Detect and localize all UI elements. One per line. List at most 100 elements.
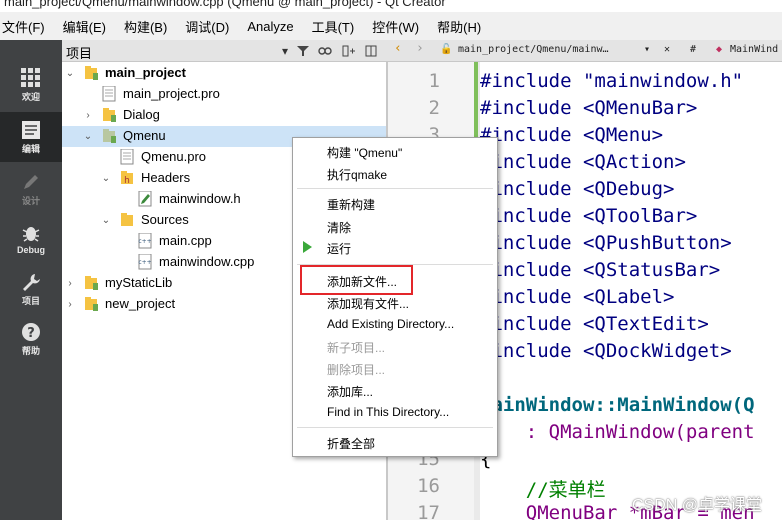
mode-sidebar: 欢迎 编辑 设计 Debug 项目 ? 帮助 — [0, 40, 62, 520]
mode-label: 编辑 — [21, 143, 40, 154]
line-number: 2 — [428, 97, 440, 119]
menu-item-add-library[interactable]: 添加库... — [327, 383, 373, 400]
tree-item-label: new_project — [105, 296, 176, 311]
line-number: 1 — [428, 70, 440, 92]
menu-item-run[interactable]: 运行 — [327, 240, 351, 257]
code-line: #include "mainwindow.h" — [480, 70, 744, 92]
code-line: //菜单栏 — [480, 479, 606, 501]
mode-projects[interactable]: 项目 — [0, 264, 62, 314]
link-icon[interactable] — [316, 42, 334, 60]
symbol-icon: ◆ — [716, 44, 723, 55]
code-line: : QMainWindow(parent — [480, 421, 755, 443]
line-number: 17 — [417, 502, 440, 520]
chevron-down-icon[interactable]: ⌄ — [101, 215, 111, 226]
tree-item-label: Sources — [141, 212, 189, 227]
menu-tools[interactable]: 工具(T) — [312, 17, 363, 36]
code-line: #include <QTextEdit> — [480, 313, 709, 335]
mode-design[interactable]: 设计 — [0, 164, 62, 214]
chevron-down-icon[interactable]: ⌄ — [65, 68, 75, 79]
symbol-selector[interactable]: MainWind — [730, 44, 778, 55]
chevron-down-icon[interactable]: ⌄ — [83, 131, 93, 142]
file-selector-arrow-icon[interactable]: ▾ — [644, 44, 650, 55]
menu-help[interactable]: 帮助(H) — [437, 17, 489, 36]
tree-item-dialog[interactable]: › Dialog — [62, 105, 386, 126]
file-selector[interactable]: main_project/Qmenu/mainw… — [458, 44, 638, 55]
hash-label: # — [690, 44, 697, 55]
chevron-updown-icon[interactable]: ▾ — [276, 42, 294, 60]
window-titlebar: main_project/Qmenu/mainwindow.cpp (Qmenu… — [0, 0, 782, 12]
menu-item-new-subproject[interactable]: 新子项目... — [327, 339, 385, 356]
tree-item-main-project[interactable]: ⌄ main_project — [62, 63, 386, 84]
mode-label: Debug — [17, 245, 45, 255]
mode-label: 帮助 — [21, 345, 40, 356]
tree-item-label: main.cpp — [159, 233, 212, 248]
folder-icon — [85, 276, 98, 290]
forward-arrow-icon[interactable]: › — [416, 41, 424, 56]
mode-welcome[interactable]: 欢迎 — [0, 60, 62, 110]
menu-edit[interactable]: 编辑(E) — [63, 17, 114, 36]
lock-icon: 🔓 — [440, 44, 453, 55]
tree-item-label: Qmenu — [123, 128, 166, 143]
svg-text:?: ? — [27, 326, 35, 341]
menu-file[interactable]: 文件(F) — [2, 17, 53, 36]
wrench-icon — [23, 273, 40, 291]
folder-icon — [103, 129, 116, 143]
line-number: 16 — [417, 475, 440, 497]
menu-item-add-new-file[interactable]: 添加新文件... — [327, 273, 397, 290]
pro-file-icon — [120, 149, 134, 165]
split-icon[interactable] — [340, 42, 358, 60]
tree-item-label: myStaticLib — [105, 275, 173, 290]
help-icon: ? — [22, 322, 40, 341]
chevron-down-icon[interactable]: ⌄ — [101, 173, 111, 184]
menu-item-clean[interactable]: 清除 — [327, 219, 351, 236]
cpp-file-icon: c++ — [138, 254, 152, 270]
cpp-file-icon: c++ — [138, 233, 152, 249]
mode-debug[interactable]: Debug — [0, 214, 62, 264]
bug-icon — [22, 227, 40, 242]
menu-item-add-existing-directory[interactable]: Add Existing Directory... — [327, 317, 454, 331]
grid-icon — [21, 67, 40, 87]
menu-controls[interactable]: 控件(W) — [372, 17, 427, 36]
menu-item-find-in-directory[interactable]: Find in This Directory... — [327, 405, 449, 419]
mode-help[interactable]: ? 帮助 — [0, 314, 62, 364]
menu-item-build[interactable]: 构建 "Qmenu" — [327, 144, 402, 161]
code-line: #include <QStatusBar> — [480, 259, 721, 281]
menu-item-rebuild[interactable]: 重新构建 — [327, 196, 375, 213]
svg-text:c++: c++ — [138, 259, 151, 266]
pro-file-icon — [102, 86, 116, 102]
code-line: #include <QDebug> — [480, 178, 675, 200]
menu-analyze[interactable]: Analyze — [247, 19, 301, 34]
chevron-right-icon[interactable]: › — [83, 110, 93, 121]
menu-item-run-qmake[interactable]: 执行qmake — [327, 166, 387, 183]
menu-separator — [297, 427, 493, 428]
code-line: #include <QToolBar> — [480, 205, 698, 227]
mode-edit[interactable]: 编辑 — [0, 112, 62, 162]
tree-item-label: Qmenu.pro — [141, 149, 207, 164]
code-line: #include <QAction> — [480, 151, 686, 173]
code-line: MainWindow::MainWindow(Q — [480, 394, 755, 416]
folder-icon — [85, 66, 98, 80]
menu-debug[interactable]: 调试(D) — [185, 17, 237, 36]
tree-item-label: Dialog — [123, 107, 160, 122]
header-file-icon — [138, 191, 152, 207]
back-arrow-icon[interactable]: ‹ — [394, 41, 402, 56]
chevron-right-icon[interactable]: › — [65, 278, 75, 289]
tree-item-main-project-pro[interactable]: main_project.pro — [62, 84, 386, 105]
close-pane-icon[interactable] — [362, 42, 380, 60]
close-file-icon[interactable]: ✕ — [664, 44, 670, 55]
tree-item-label: Headers — [141, 170, 191, 185]
menu-item-add-existing-files[interactable]: 添加现有文件... — [327, 295, 409, 312]
mode-label: 欢迎 — [21, 91, 40, 102]
menu-build[interactable]: 构建(B) — [124, 17, 175, 36]
menu-separator — [297, 188, 493, 189]
project-pane-header: 项目 ▾ — [62, 40, 386, 62]
menu-item-collapse-all[interactable]: 折叠全部 — [327, 435, 375, 452]
code-editor[interactable]: #include "mainwindow.h" #include <QMenuB… — [480, 62, 782, 520]
menu-item-remove-project[interactable]: 删除项目... — [327, 361, 385, 378]
filter-icon[interactable] — [294, 42, 312, 60]
menu-bar: 文件(F) 编辑(E) 构建(B) 调试(D) Analyze 工具(T) 控件… — [0, 12, 782, 40]
tree-item-label: main_project.pro — [123, 86, 220, 101]
svg-text:h: h — [124, 176, 130, 186]
tree-item-label: main_project — [105, 65, 186, 80]
chevron-right-icon[interactable]: › — [65, 299, 75, 310]
